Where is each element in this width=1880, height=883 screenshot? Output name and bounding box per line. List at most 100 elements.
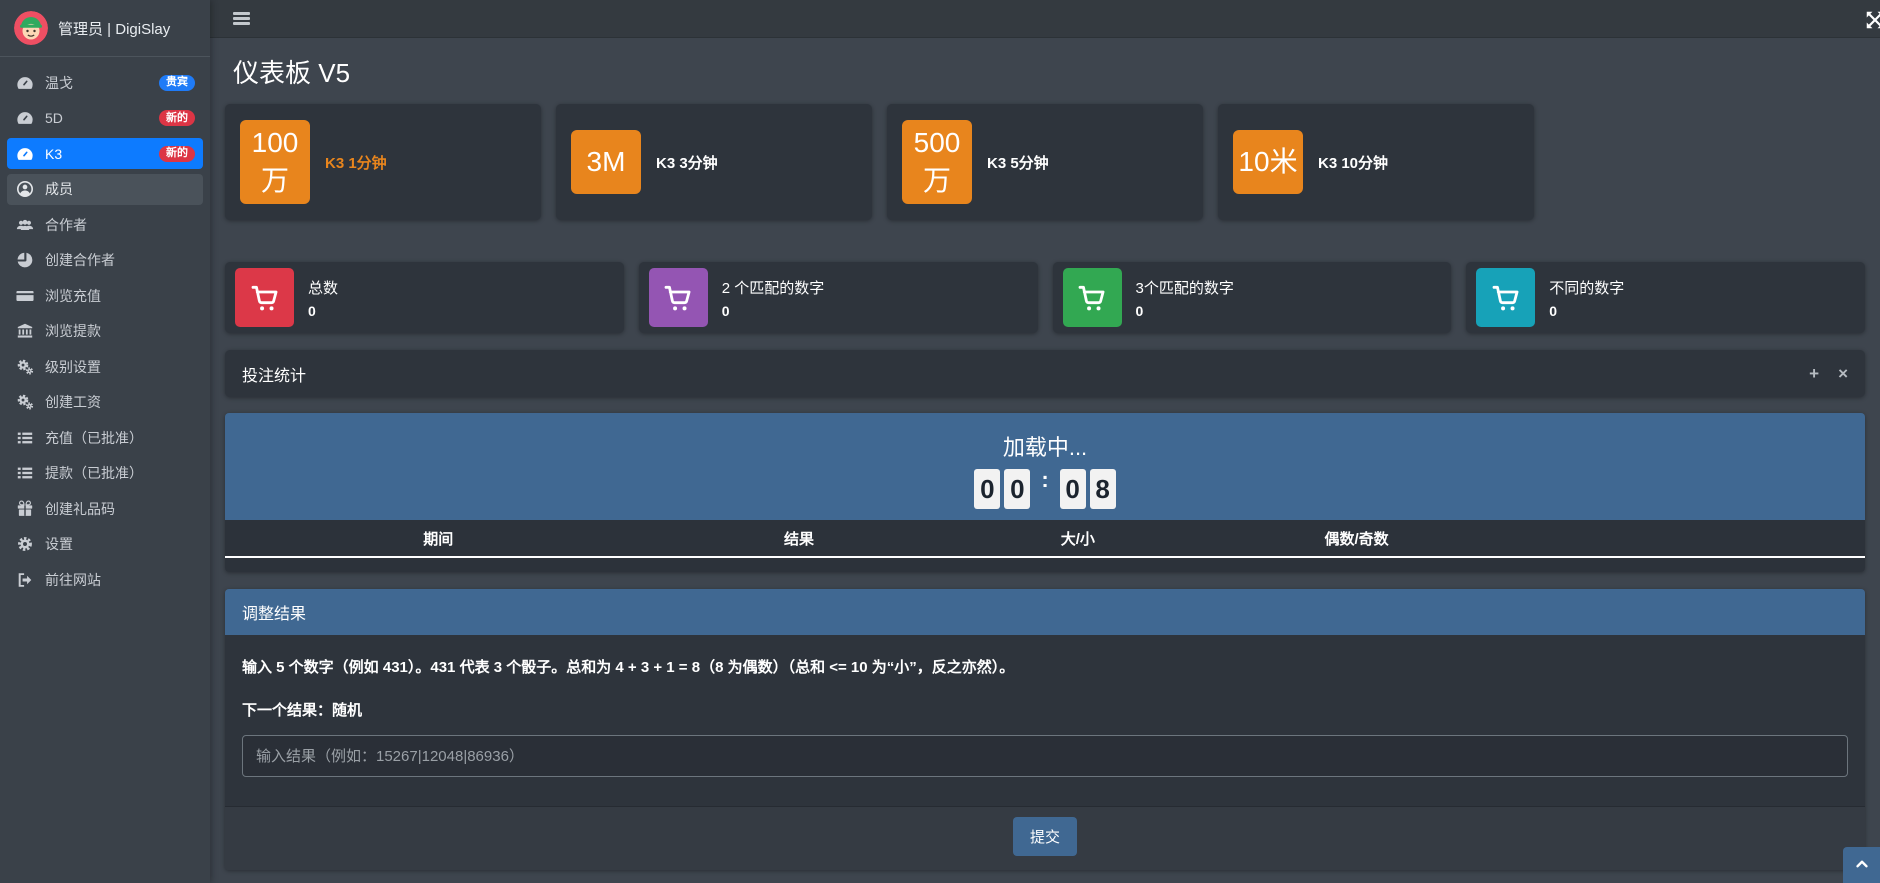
count-card-different[interactable]: 不同的数字 0: [1466, 262, 1865, 333]
sidebar-item-create-partner[interactable]: 创建合作者: [7, 245, 203, 276]
bet-stats-header: 投注统计 + ×: [225, 350, 1865, 397]
count-card-3-match[interactable]: 3个匹配的数字 0: [1053, 262, 1452, 333]
adjust-result-title: 调整结果: [225, 589, 1865, 635]
avatar[interactable]: [14, 11, 48, 45]
instruction-text: 输入 5 个数字（例如 431）。431 代表 3 个骰子。总和为 4 + 3 …: [242, 656, 1848, 677]
stat-card-row: 100万 K3 1分钟 3M K3 3分钟 500万 K3 5分钟 10米 K3…: [225, 104, 1865, 220]
sidebar-item-partners[interactable]: 合作者: [7, 209, 203, 240]
bet-stats-body: 加载中... 0 0 : 0 8 期间 结果 大/小 偶数/奇数: [225, 413, 1865, 572]
menu-toggle-icon[interactable]: [233, 12, 250, 25]
vip-badge: 贵宾: [159, 75, 195, 91]
count-label: 不同的数字: [1549, 277, 1624, 298]
collapse-plus-icon[interactable]: +: [1809, 365, 1819, 382]
adjust-result-body: 输入 5 个数字（例如 431）。431 代表 3 个骰子。总和为 4 + 3 …: [225, 635, 1865, 806]
cart-icon: [1063, 268, 1122, 327]
sidebar-item-label: 前往网站: [45, 570, 101, 590]
column-result: 结果: [651, 528, 946, 549]
cog-icon: [15, 535, 34, 554]
sidebar-item-label: 创建工资: [45, 392, 101, 412]
sidebar-item-label: 成员: [45, 179, 73, 199]
stat-card-k3-10min[interactable]: 10米 K3 10分钟: [1218, 104, 1534, 220]
sidebar-item-withdraw-approved[interactable]: 提款（已批准）: [7, 458, 203, 489]
user-name[interactable]: 管理员 | DigiSlay: [58, 18, 170, 39]
column-big-small: 大/小: [947, 528, 1209, 549]
countdown-separator: :: [1041, 469, 1048, 491]
submit-button[interactable]: 提交: [1013, 817, 1077, 856]
count-card-2-match[interactable]: 2 个匹配的数字0: [639, 262, 1038, 333]
count-card-row: 总数 0 2 个匹配的数字0 3个匹配的数字 0 不同的数字 0: [225, 262, 1865, 333]
result-input[interactable]: [242, 735, 1848, 777]
sidebar-item-create-salary[interactable]: 创建工资: [7, 387, 203, 418]
stat-card-k3-5min[interactable]: 500万 K3 5分钟: [887, 104, 1203, 220]
sidebar-item-label: 温戈: [45, 73, 73, 93]
sidebar-item-label: 合作者: [45, 215, 87, 235]
chevron-up-icon: [1853, 855, 1871, 876]
sidebar-item-label: 浏览提款: [45, 321, 101, 341]
sidebar-item-label: 级别设置: [45, 357, 101, 377]
sidebar-item-label: 设置: [45, 534, 73, 554]
bet-stats-title: 投注统计: [242, 362, 306, 386]
column-even-odd: 偶数/奇数: [1209, 528, 1504, 549]
countdown-digit: 0: [1060, 469, 1086, 509]
results-table-header: 期间 结果 大/小 偶数/奇数: [225, 520, 1865, 556]
stat-card-k3-3min[interactable]: 3M K3 3分钟: [556, 104, 872, 220]
list-icon: [15, 428, 34, 447]
cart-icon: [649, 268, 708, 327]
sidebar-item-5d[interactable]: 5D 新的: [7, 103, 203, 134]
count-value: 0: [1136, 303, 1234, 319]
stat-value-box: 500万: [902, 120, 972, 204]
adjust-result-footer: 提交: [225, 806, 1865, 870]
user-panel: 管理员 | DigiSlay: [0, 0, 210, 57]
sidebar-item-label: K3: [45, 146, 62, 162]
content: 仪表板 V5 100万 K3 1分钟 3M K3 3分钟 500万 K3 5分钟…: [210, 38, 1880, 870]
sidebar-item-label: 创建礼品码: [45, 499, 115, 519]
sidebar-item-label: 5D: [45, 110, 63, 126]
count-label: 总数: [308, 277, 338, 298]
loading-banner: 加载中... 0 0 : 0 8: [225, 413, 1865, 520]
cogs-icon: [15, 357, 34, 376]
cart-icon: [235, 268, 294, 327]
countdown-digit: 0: [1004, 469, 1030, 509]
fullscreen-icon[interactable]: [1864, 9, 1880, 31]
sidebar-item-label: 提款（已批准）: [45, 463, 143, 483]
sidebar-item-goto-website[interactable]: 前往网站: [7, 564, 203, 595]
sidebar-item-level-settings[interactable]: 级别设置: [7, 351, 203, 382]
sidebar-item-label: 充值（已批准）: [45, 428, 143, 448]
stat-value-box: 10米: [1233, 130, 1303, 194]
count-value: 0: [722, 303, 825, 319]
stat-label: K3 1分钟: [325, 152, 387, 173]
new-badge: 新的: [159, 110, 195, 126]
tachometer-icon: [15, 144, 34, 163]
stat-label: K3 10分钟: [1318, 152, 1388, 173]
scroll-to-top-button[interactable]: [1843, 847, 1880, 883]
topbar: [210, 0, 1880, 38]
pie-chart-icon: [15, 251, 34, 270]
sign-out-icon: [15, 570, 34, 589]
stat-label: K3 3分钟: [656, 152, 718, 173]
sidebar-item-wenge[interactable]: 温戈 贵宾: [7, 67, 203, 98]
next-result-label: 下一个结果：随机: [242, 699, 1848, 720]
close-icon[interactable]: ×: [1838, 365, 1848, 382]
stat-value-box: 3M: [571, 130, 641, 194]
sidebar-item-recharge-approved[interactable]: 充值（已批准）: [7, 422, 203, 453]
countdown-timer: 0 0 : 0 8: [225, 469, 1865, 509]
new-badge: 新的: [159, 146, 195, 162]
countdown-digit: 0: [974, 469, 1000, 509]
count-card-total[interactable]: 总数 0: [225, 262, 624, 333]
sidebar-item-members[interactable]: 成员: [7, 174, 203, 205]
stat-card-k3-1min[interactable]: 100万 K3 1分钟: [225, 104, 541, 220]
count-value: 0: [1549, 303, 1624, 319]
main-area: 仪表板 V5 100万 K3 1分钟 3M K3 3分钟 500万 K3 5分钟…: [210, 0, 1880, 883]
page-title: 仪表板 V5: [225, 38, 1865, 104]
empty-table-row: [225, 558, 1865, 572]
sidebar-item-browse-recharge[interactable]: 浏览充值: [7, 280, 203, 311]
stat-value-box: 100万: [240, 120, 310, 204]
column-period: 期间: [225, 528, 651, 549]
sidebar-item-settings[interactable]: 设置: [7, 529, 203, 560]
sidebar-item-create-giftcode[interactable]: 创建礼品码: [7, 493, 203, 524]
bank-icon: [15, 322, 34, 341]
count-value: 0: [308, 303, 338, 319]
sidebar-item-k3[interactable]: K3 新的: [7, 138, 203, 169]
count-label: 3个匹配的数字: [1136, 277, 1234, 298]
sidebar-item-browse-withdraw[interactable]: 浏览提款: [7, 316, 203, 347]
